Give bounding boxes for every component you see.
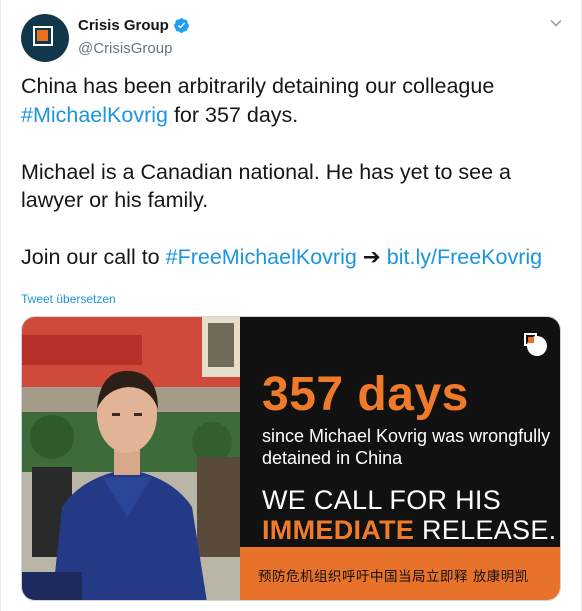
- call-line-1: WE CALL FOR HIS: [262, 485, 502, 515]
- call-rest: RELEASE.: [414, 515, 557, 545]
- photo-michael-kovrig: [22, 317, 240, 600]
- tweet-text-segment: for 357 days.: [167, 102, 299, 127]
- tweet-paragraph-3: Join our call to #FreeMichaelKovrig ➔ bi…: [21, 243, 566, 272]
- tweet-text: China has been arbitrarily detaining our…: [21, 72, 566, 272]
- portrait-illustration: [22, 317, 240, 600]
- author-name-row[interactable]: Crisis Group: [78, 17, 190, 34]
- tweet-line-2: #MichaelKovrig for 357 days.: [21, 101, 566, 130]
- call-line-2: IMMEDIATE RELEASE.: [262, 515, 556, 546]
- crisis-group-logo-icon: [524, 333, 547, 356]
- tweet-url-link[interactable]: bit.ly/FreeKovrig: [387, 245, 542, 269]
- days-headline: 357 days: [262, 368, 469, 421]
- chinese-banner: 预防危机组织呼吁中国当局立即释 放康明凯: [240, 547, 560, 600]
- tweet-text-segment: China has been arbitrarily detaining our…: [21, 74, 495, 98]
- arrow-glyph: ➔: [356, 245, 387, 269]
- chinese-text: 预防危机组织呼吁中国当局立即释 放康明凯: [258, 569, 529, 585]
- hashtag-freemichaelkovrig[interactable]: #FreeMichaelKovrig: [166, 245, 357, 269]
- verified-badge-icon: [173, 18, 189, 33]
- hashtag-michaelkovrig[interactable]: #MichaelKovrig: [21, 103, 168, 127]
- chevron-down-icon[interactable]: [549, 16, 563, 30]
- author-handle[interactable]: @CrisisGroup: [78, 40, 172, 57]
- tweet-line-1: China has been arbitrarily detaining our…: [21, 72, 566, 101]
- days-subline: since Michael Kovrig was wrongfully deta…: [262, 426, 551, 468]
- tweet-media-image[interactable]: 357 days since Michael Kovrig was wrongf…: [21, 316, 561, 601]
- tweet-paragraph-2: Michael is a Canadian national. He has y…: [21, 159, 512, 213]
- author-name[interactable]: Crisis Group: [78, 17, 169, 34]
- avatar[interactable]: [21, 14, 69, 62]
- message-panel: 357 days since Michael Kovrig was wrongf…: [240, 317, 560, 547]
- translate-tweet-link[interactable]: Tweet übersetzen: [21, 292, 116, 306]
- call-emphasis: IMMEDIATE: [262, 515, 415, 545]
- tweet-card: Crisis Group @CrisisGroup China has been…: [0, 0, 582, 611]
- logo-mark: [37, 30, 48, 41]
- tweet-text-segment: Join our call to: [21, 245, 166, 269]
